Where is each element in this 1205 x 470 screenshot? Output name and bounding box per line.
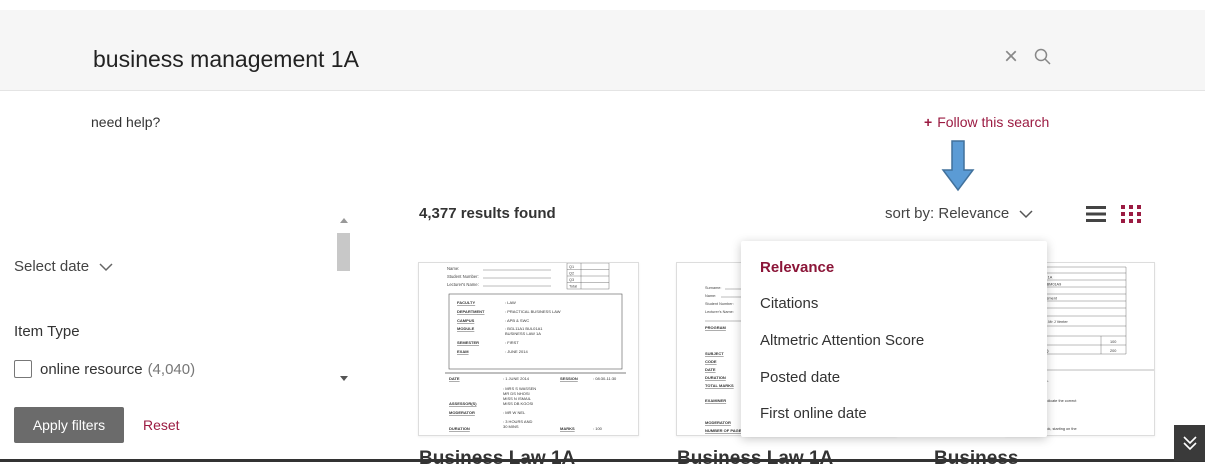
filter-option-count: (4,040) <box>147 360 196 378</box>
svg-text:Student Number:: Student Number: <box>447 274 479 279</box>
filter-option-label: online resource <box>40 360 143 378</box>
annotation-arrow-icon <box>941 140 975 192</box>
svg-text:DURATION: DURATION <box>449 426 470 431</box>
svg-text:ASSESSOR(S): ASSESSOR(S) <box>449 401 477 406</box>
scroll-up-icon[interactable] <box>340 218 348 223</box>
results-count: 4,377 results found <box>419 205 556 222</box>
follow-search-label: Follow this search <box>937 114 1050 130</box>
scroll-down-icon[interactable] <box>340 376 348 381</box>
document-preview: Name: Student Number: Lecturer's Name: Q… <box>445 263 626 431</box>
sort-option-citations[interactable]: Citations <box>760 295 818 312</box>
svg-text:SEMESTER: SEMESTER <box>457 340 479 345</box>
svg-text:: MR W NEL: : MR W NEL <box>503 410 526 415</box>
search-icon[interactable] <box>1034 48 1052 66</box>
svg-text:: 1 JUNE 2014: : 1 JUNE 2014 <box>503 376 530 381</box>
svg-text:Q2: Q2 <box>569 272 574 276</box>
svg-text:: 08:30-11:30: : 08:30-11:30 <box>593 376 617 381</box>
svg-text:BUSINESS LAW 1A: BUSINESS LAW 1A <box>505 331 541 336</box>
chevron-down-icon <box>1019 210 1033 219</box>
svg-text:Lecturer's Name:: Lecturer's Name: <box>705 310 734 314</box>
sort-option-posted-date[interactable]: Posted date <box>760 369 840 386</box>
result-thumbnail[interactable]: Name: Student Number: Lecturer's Name: Q… <box>418 262 639 436</box>
svg-text:DEPARTMENT: DEPARTMENT <box>457 309 485 314</box>
svg-text:NUMBER OF PAGES: NUMBER OF PAGES <box>705 428 744 433</box>
sort-option-relevance[interactable]: Relevance <box>760 259 834 276</box>
svg-text:: LAW: : LAW <box>505 300 516 305</box>
svg-text:EXAMINER: EXAMINER <box>705 398 726 403</box>
select-date-dropdown[interactable]: Select date <box>14 258 113 275</box>
search-input[interactable]: business management 1A <box>93 46 359 73</box>
close-icon[interactable]: × <box>1004 45 1018 69</box>
reset-link[interactable]: Reset <box>143 417 180 433</box>
sort-label: sort by: <box>885 205 935 222</box>
svg-text:MISS DB KGOSI: MISS DB KGOSI <box>503 401 533 406</box>
svg-text:MARKS: MARKS <box>560 426 575 431</box>
svg-text:Name:: Name: <box>447 266 459 271</box>
svg-text:Student Number:: Student Number: <box>705 302 734 306</box>
svg-text:PROGRAM: PROGRAM <box>705 325 727 330</box>
sort-value: Relevance <box>938 205 1010 222</box>
double-chevron-down-icon <box>1182 436 1197 451</box>
svg-text:CAMPUS: CAMPUS <box>457 318 475 323</box>
svg-text:MODERATOR: MODERATOR <box>449 410 475 415</box>
filter-option-online-resource[interactable]: online resource (4,040) <box>14 360 195 378</box>
svg-text:MODULE: MODULE <box>457 326 475 331</box>
svg-text:100: 100 <box>1110 340 1116 344</box>
svg-text:: APB & SWC: : APB & SWC <box>505 318 529 323</box>
svg-text:200: 200 <box>1110 349 1116 353</box>
select-date-label: Select date <box>14 258 90 275</box>
svg-text:: JUNE 2014: : JUNE 2014 <box>505 349 528 354</box>
svg-text:DATE: DATE <box>449 376 460 381</box>
svg-text:DURATION: DURATION <box>705 375 726 380</box>
list-view-icon[interactable] <box>1086 205 1106 223</box>
grid-view-icon[interactable] <box>1121 205 1143 223</box>
svg-text:: FIRST: : FIRST <box>505 340 519 345</box>
svg-text:30 MINS: 30 MINS <box>503 424 519 429</box>
filters-scrollbar[interactable] <box>336 216 353 384</box>
search-bar: business management 1A × <box>0 10 1205 91</box>
svg-text:FACULTY: FACULTY <box>457 300 475 305</box>
svg-text:Lecturer's Name:: Lecturer's Name: <box>447 282 479 287</box>
sort-control[interactable]: sort by: Relevance <box>885 205 1033 222</box>
svg-text:Name:: Name: <box>705 294 716 298</box>
scroll-thumb[interactable] <box>337 233 350 271</box>
apply-filters-button[interactable]: Apply filters <box>14 407 124 443</box>
svg-text:SESSION: SESSION <box>560 376 578 381</box>
svg-text:EXAM: EXAM <box>457 349 469 354</box>
svg-text:: PRACTICAL BUSINESS LAW: : PRACTICAL BUSINESS LAW <box>505 309 561 314</box>
item-type-heading: Item Type <box>14 323 80 340</box>
sort-option-first-online-date[interactable]: First online date <box>760 405 867 422</box>
svg-text:Surname:: Surname: <box>705 286 721 290</box>
plus-icon: + <box>924 114 933 130</box>
svg-text:Q1: Q1 <box>569 265 574 269</box>
svg-text:CODE: CODE <box>705 359 717 364</box>
sort-option-altmetric[interactable]: Altmetric Attention Score <box>760 332 924 349</box>
chevron-down-icon <box>99 263 113 272</box>
svg-text:Total: Total <box>569 285 577 289</box>
svg-text:: 100: : 100 <box>593 426 603 431</box>
scroll-to-bottom-button[interactable] <box>1174 425 1205 461</box>
follow-search-link[interactable]: + Follow this search <box>924 114 1049 130</box>
svg-text:TOTAL MARKS: TOTAL MARKS <box>705 383 734 388</box>
svg-text:SUBJECT: SUBJECT <box>705 351 724 356</box>
svg-text:MODERATOR: MODERATOR <box>705 420 731 425</box>
sort-dropdown-menu: Relevance Citations Altmetric Attention … <box>741 241 1047 437</box>
viewport-bottom-edge <box>0 459 1205 462</box>
svg-text:Q3: Q3 <box>569 278 574 282</box>
filter-checkbox[interactable] <box>14 360 32 378</box>
help-link[interactable]: need help? <box>91 114 160 130</box>
svg-text:DATE: DATE <box>705 367 716 372</box>
